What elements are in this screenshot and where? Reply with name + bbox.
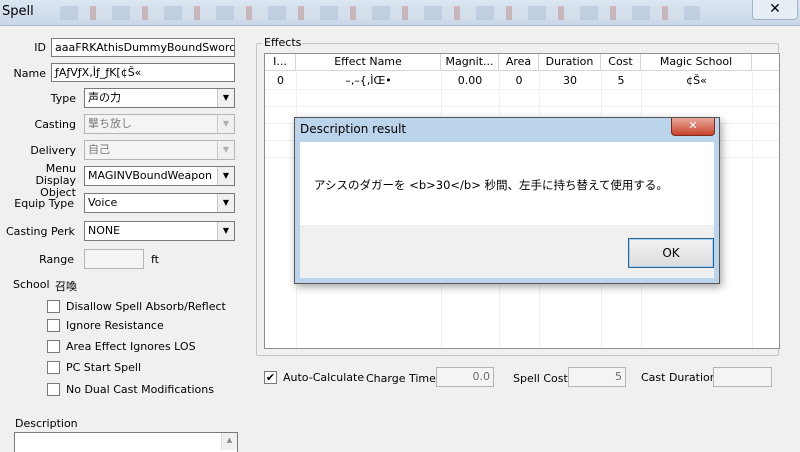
grid-line xyxy=(752,72,753,348)
window-title: Spell xyxy=(2,4,34,19)
dialog-body: アシスのダガーを <b>30</b> 秒間、左手に持ち替えて使用する。 OK xyxy=(300,142,714,278)
id-input[interactable]: aaaFRKAthisDummyBoundSwordShou xyxy=(51,38,235,57)
cast-duration-label: Cast Duration xyxy=(641,371,717,384)
name-label: Name xyxy=(13,67,46,80)
casting-value: 撃ち放し xyxy=(88,117,132,130)
cell-area: 0 xyxy=(515,74,523,87)
checkbox-label: PC Start Spell xyxy=(66,361,142,374)
checkbox-no-dual-cast[interactable]: No Dual Cast Modifications xyxy=(47,383,214,396)
dialog-message: アシスのダガーを <b>30</b> 秒間、左手に持ち替えて使用する。 xyxy=(314,178,668,192)
ok-button[interactable]: OK xyxy=(628,238,714,268)
range-input xyxy=(84,249,144,269)
school-label: School xyxy=(13,278,50,291)
column-header-filler xyxy=(752,54,779,71)
checkbox-box[interactable] xyxy=(47,340,60,353)
checkbox-pc-start-spell[interactable]: PC Start Spell xyxy=(47,361,141,374)
delivery-value: 自己 xyxy=(88,143,110,156)
school-value: 召喚 xyxy=(55,280,77,293)
description-textarea[interactable] xyxy=(14,432,238,452)
menu-display-value: MAGINVBoundWeapon xyxy=(88,169,212,182)
checkbox-label: Disallow Spell Absorb/Reflect xyxy=(66,300,226,313)
delivery-select: 自己 ▼ xyxy=(84,140,235,160)
checkbox-label: Ignore Resistance xyxy=(66,319,164,332)
window-close-button[interactable]: ✕ xyxy=(752,0,798,20)
cell-cost: 5 xyxy=(617,74,625,87)
dialog-title: Description result xyxy=(300,122,407,136)
equip-type-value: Voice xyxy=(88,196,118,209)
close-icon: ✕ xyxy=(688,119,698,132)
title-bar: Spell ✕ xyxy=(0,0,800,26)
casting-perk-label: Casting Perk xyxy=(6,225,75,238)
name-input[interactable]: ƒAƒVƒX‚Ìƒ_ƒK[¢Š« xyxy=(51,63,235,82)
charge-time-label: Charge Time xyxy=(366,372,436,385)
checkbox-box[interactable] xyxy=(47,300,60,313)
description-label: Description xyxy=(15,417,78,430)
auto-calculate-label: Auto-Calculate xyxy=(283,371,365,384)
checkbox-box[interactable] xyxy=(47,361,60,374)
cell-duration: 30 xyxy=(563,74,577,87)
type-select[interactable]: 声の力 ▼ xyxy=(84,88,235,108)
column-header-index[interactable]: I... xyxy=(265,54,296,71)
casting-select: 撃ち放し ▼ xyxy=(84,114,235,134)
range-unit: ft xyxy=(151,253,159,266)
casting-label: Casting xyxy=(34,118,76,131)
chevron-down-icon: ▼ xyxy=(217,141,234,159)
dialog-close-button[interactable]: ✕ xyxy=(671,118,715,136)
range-label: Range xyxy=(39,253,74,266)
close-icon: ✕ xyxy=(769,1,781,17)
column-header-duration[interactable]: Duration xyxy=(539,54,601,71)
casting-perk-select[interactable]: NONE ▼ xyxy=(84,221,235,241)
column-header-magnitude[interactable]: Magnit... xyxy=(441,54,499,71)
spell-cost-input: 5 xyxy=(568,367,626,387)
casting-perk-value: NONE xyxy=(88,224,121,237)
effects-label: Effects xyxy=(262,36,304,49)
description-result-dialog: Description result ✕ アシスのダガーを <b>30</b> … xyxy=(294,117,720,284)
cell-magnitude: 0.00 xyxy=(457,74,483,87)
checkbox-area-ignores-los[interactable]: Area Effect Ignores LOS xyxy=(47,340,196,353)
checkbox-ignore-resistance[interactable]: Ignore Resistance xyxy=(47,319,164,332)
checkbox-disallow-absorb[interactable]: Disallow Spell Absorb/Reflect xyxy=(47,300,226,313)
checkbox-label: Area Effect Ignores LOS xyxy=(66,340,196,353)
cast-duration-input xyxy=(713,367,772,387)
chevron-down-icon: ▼ xyxy=(217,89,234,107)
menu-display-select[interactable]: MAGINVBoundWeapon ▼ xyxy=(84,166,235,186)
chevron-down-icon: ▼ xyxy=(217,167,234,185)
column-header-cost[interactable]: Cost xyxy=(601,54,641,71)
checkbox-label: No Dual Cast Modifications xyxy=(66,383,214,396)
menu-display-label: Menu Display Object xyxy=(35,162,76,199)
equip-type-label: Equip Type xyxy=(14,197,74,210)
background-toolbar xyxy=(60,6,700,20)
column-header-area[interactable]: Area xyxy=(499,54,539,71)
charge-time-input: 0.0 xyxy=(436,367,494,387)
equip-type-select[interactable]: Voice ▼ xyxy=(84,193,235,213)
grid-line xyxy=(265,89,779,90)
cell-effect-name: –‚–{‚ÌŒ• xyxy=(345,74,392,87)
id-label: ID xyxy=(34,41,46,54)
delivery-label: Delivery xyxy=(30,144,76,157)
column-header-magic-school[interactable]: Magic School xyxy=(641,54,752,71)
spell-cost-label: Spell Cost xyxy=(513,372,568,385)
check-icon: ✔ xyxy=(265,371,276,384)
dialog-message-area: アシスのダガーを <b>30</b> 秒間、左手に持ち替えて使用する。 xyxy=(300,142,714,225)
type-label: Type xyxy=(50,92,76,105)
column-header-effect-name[interactable]: Effect Name xyxy=(296,54,441,71)
chevron-down-icon: ▼ xyxy=(217,115,234,133)
auto-calculate-checkbox[interactable]: ✔ Auto-Calculate xyxy=(264,371,364,384)
checkbox-box[interactable] xyxy=(47,383,60,396)
checkbox-box[interactable] xyxy=(47,319,60,332)
cell-magic-school: ¢Š« xyxy=(686,74,707,87)
description-scrollbar[interactable]: ▲ xyxy=(221,433,237,450)
type-value: 声の力 xyxy=(88,91,121,104)
checkbox-box[interactable]: ✔ xyxy=(264,371,277,384)
cell-index: 0 xyxy=(277,74,284,87)
grid-line xyxy=(265,106,779,107)
chevron-down-icon: ▼ xyxy=(217,194,234,212)
chevron-down-icon: ▼ xyxy=(217,222,234,240)
scroll-up-icon: ▲ xyxy=(226,436,233,444)
